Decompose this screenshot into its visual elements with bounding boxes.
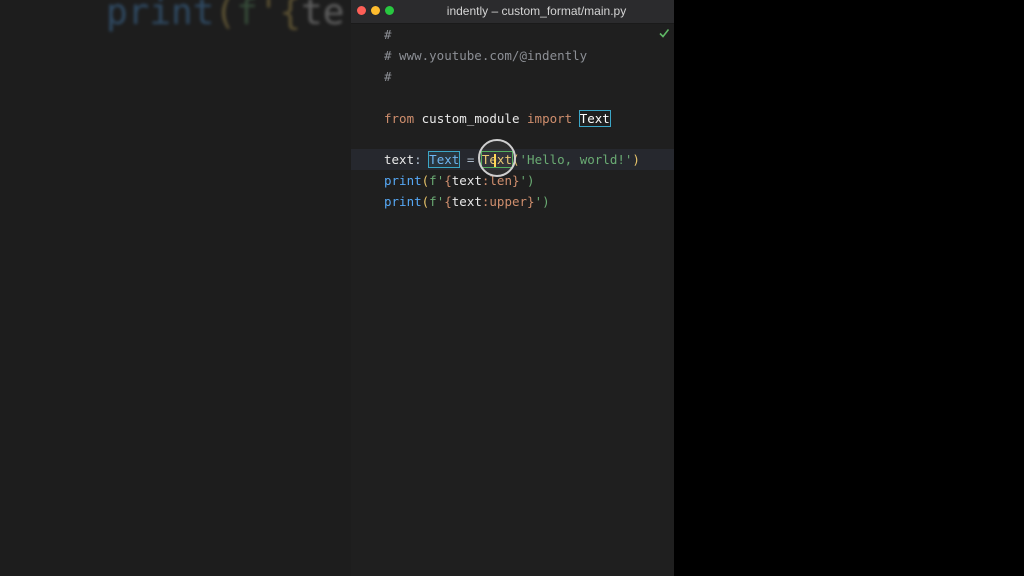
code-editor[interactable]: # # www.youtube.com/@indently # from cus… (351, 24, 674, 576)
code-line-3: # (384, 69, 392, 84)
editor-window: indently – custom_format/main.py # # www… (351, 0, 674, 576)
code-line-print-upper: print(f'{text:upper}') (384, 194, 550, 209)
minimize-window-button[interactable] (371, 6, 380, 15)
type-hint-highlight: Text (428, 151, 461, 168)
code-line-2: # www.youtube.com/@indently (384, 48, 588, 63)
background-code-preview: print(f'{te (106, 0, 345, 33)
background-blurred-editor: print(f'{te (0, 0, 351, 576)
import-text-highlight: Text (578, 110, 611, 127)
mouse-click-indicator (478, 139, 516, 177)
code-line-1: # (384, 27, 392, 42)
code-line-print-len: print(f'{text:len}') (384, 173, 535, 188)
close-window-button[interactable] (357, 6, 366, 15)
window-title: indently – custom_format/main.py (446, 4, 627, 18)
title-bar: indently – custom_format/main.py (351, 0, 674, 24)
zoom-window-button[interactable] (385, 6, 394, 15)
code-line-import: from custom_module import Text (384, 110, 611, 127)
background-right-panel (674, 0, 1024, 576)
